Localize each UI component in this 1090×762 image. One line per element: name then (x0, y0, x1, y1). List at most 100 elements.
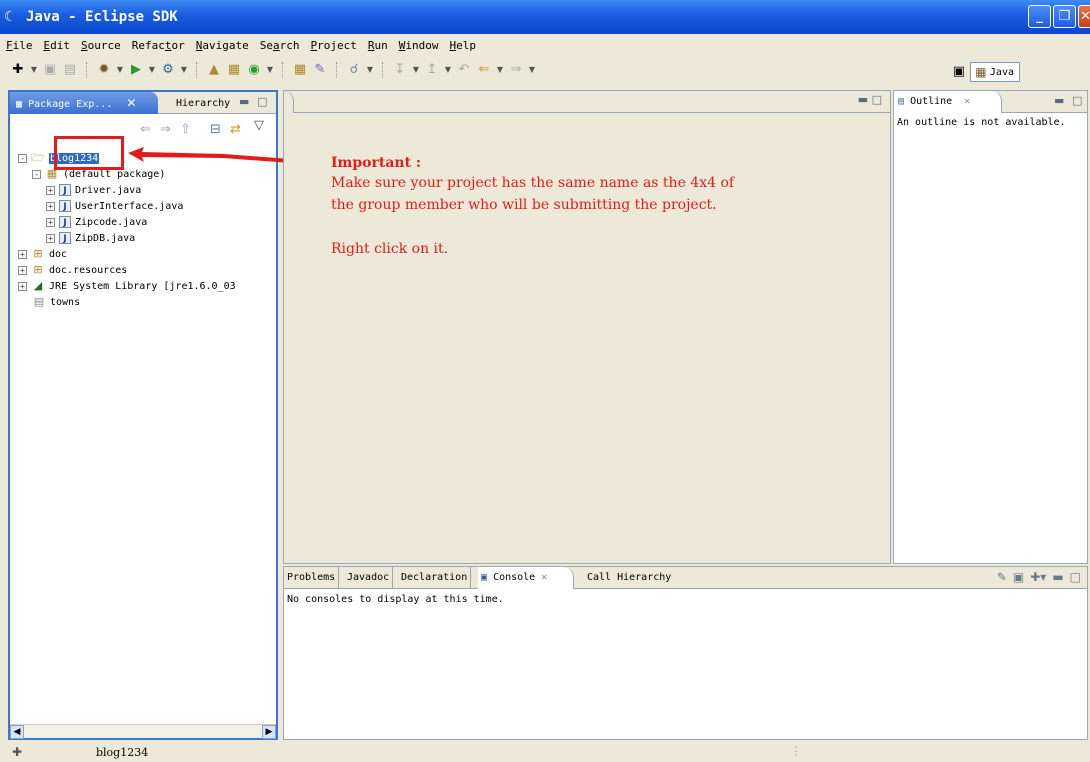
main-toolbar: ✚ ▼ ▣ ▤ ✹ ▼ ▶ ▼ ⚙ ▼ ▲ ▦ ◉ ▼ ▦ ✎ ☌ ▼ ↧ ▼ … (0, 56, 1090, 84)
open-task-icon[interactable]: ✎ (312, 62, 328, 78)
run-dropdown-icon[interactable]: ▼ (148, 62, 156, 78)
last-edit-location-icon[interactable]: ↶ (456, 62, 472, 78)
new-java-project-icon[interactable]: ▲ (206, 62, 222, 78)
close-icon[interactable]: ✕ (541, 572, 547, 583)
java-file-icon: J (59, 232, 71, 244)
minimize-view-icon[interactable]: ▬ (1052, 570, 1063, 584)
external-tools-dropdown-icon[interactable]: ▼ (180, 62, 188, 78)
tab-outline[interactable]: ▤ Outline ✕ (894, 91, 1002, 113)
collapse-toggle[interactable]: - (18, 153, 27, 163)
tab-console[interactable]: ▣ Console ✕ (478, 567, 574, 589)
menu-project[interactable]: Project (310, 39, 356, 52)
horizontal-scrollbar[interactable]: ◀ ▶ (10, 724, 276, 739)
tab-package-explorer[interactable]: ▦ Package Exp... ✕ (10, 92, 158, 114)
back-dropdown-icon[interactable]: ▼ (496, 62, 504, 78)
expand-toggle[interactable]: + (18, 249, 27, 259)
tree-item-label: Zipcode.java (75, 216, 148, 228)
save-icon[interactable]: ▣ (42, 62, 58, 78)
open-console-icon[interactable]: ✚▾ (1030, 570, 1046, 584)
maximize-view-icon[interactable]: □ (1072, 94, 1082, 107)
tab-hierarchy[interactable]: Hierarchy (170, 94, 236, 114)
print-icon[interactable]: ▤ (62, 62, 78, 78)
minimize-view-icon[interactable]: ▬ (239, 95, 249, 108)
tab-declaration[interactable]: Declaration (398, 567, 472, 589)
maximize-view-icon[interactable]: □ (1070, 570, 1081, 584)
tree-item-zipcode-java[interactable]: + J Zipcode.java (46, 214, 147, 230)
toolbar-separator (196, 62, 198, 78)
expand-toggle[interactable]: + (46, 217, 55, 227)
menu-source[interactable]: Source (81, 39, 121, 52)
new-icon[interactable]: ✚ (10, 62, 26, 78)
external-tools-icon[interactable]: ⚙ (160, 62, 176, 78)
maximize-view-icon[interactable]: □ (257, 95, 267, 108)
minimize-view-icon[interactable]: ▬ (1054, 94, 1064, 107)
maximize-button[interactable]: ❐ (1053, 5, 1076, 28)
menu-search[interactable]: Search (260, 39, 300, 52)
next-annotation-dropdown-icon[interactable]: ▼ (412, 62, 420, 78)
tree-item-doc[interactable]: + ⊞ doc (18, 246, 67, 262)
annotation-line-2: the group member who will be submitting … (331, 197, 717, 213)
expand-toggle[interactable]: + (46, 233, 55, 243)
forward-icon[interactable]: ⇒ (508, 62, 524, 78)
debug-dropdown-icon[interactable]: ▼ (116, 62, 124, 78)
back-icon[interactable]: ⇐ (140, 122, 151, 137)
java-file-icon: J (59, 184, 71, 196)
highlight-box (54, 136, 124, 170)
expand-toggle[interactable]: + (18, 265, 27, 275)
search-icon[interactable]: ☌ (346, 62, 362, 78)
tree-item-towns[interactable]: ▤ towns (32, 294, 80, 310)
tree-item-zipdb-java[interactable]: + J ZipDB.java (46, 230, 135, 246)
menu-file[interactable]: File (6, 39, 33, 52)
back-icon[interactable]: ⇐ (476, 62, 492, 78)
close-icon[interactable]: ✕ (964, 96, 970, 107)
link-with-editor-icon[interactable]: ⇄ (230, 122, 241, 137)
run-icon[interactable]: ▶ (128, 62, 144, 78)
previous-annotation-dropdown-icon[interactable]: ▼ (444, 62, 452, 78)
minimize-button[interactable]: _ (1028, 5, 1051, 28)
console-icon: ▣ (481, 572, 488, 583)
scroll-right-icon[interactable]: ▶ (262, 725, 276, 739)
toolbar-separator (86, 62, 88, 78)
close-icon[interactable]: ✕ (126, 96, 136, 110)
pin-console-icon[interactable]: ✎ (997, 570, 1007, 584)
tree-item-userinterface-java[interactable]: + J UserInterface.java (46, 198, 183, 214)
menu-edit[interactable]: Edit (44, 39, 71, 52)
editor-view-controls[interactable]: ▬ □ (858, 93, 882, 106)
collapse-toggle[interactable]: - (32, 169, 41, 179)
close-button[interactable]: ✕ (1078, 5, 1090, 28)
menu-run[interactable]: Run (368, 39, 388, 52)
menu-window[interactable]: Window (399, 39, 439, 52)
new-java-package-icon[interactable]: ▦ (226, 62, 242, 78)
debug-icon[interactable]: ✹ (96, 62, 112, 78)
up-icon[interactable]: ⇧ (180, 122, 191, 137)
open-type-icon[interactable]: ▦ (292, 62, 308, 78)
new-java-class-icon[interactable]: ◉ (246, 62, 262, 78)
menu-navigate[interactable]: Navigate (196, 39, 249, 52)
previous-annotation-icon[interactable]: ↥ (424, 62, 440, 78)
search-dropdown-icon[interactable]: ▼ (366, 62, 374, 78)
fast-view-icon[interactable]: ✚ (12, 745, 22, 759)
open-perspective-icon[interactable]: ▣ (950, 63, 968, 81)
display-console-icon[interactable]: ▣ (1013, 570, 1024, 584)
tab-javadoc[interactable]: Javadoc (344, 567, 394, 589)
expand-toggle[interactable]: + (18, 281, 27, 291)
view-menu-icon[interactable]: ▽ (254, 118, 264, 133)
expand-toggle[interactable]: + (46, 185, 55, 195)
annotation-line-1: Make sure your project has the same name… (331, 175, 735, 191)
java-perspective-button[interactable]: ▦ Java (969, 62, 1020, 82)
new-class-dropdown-icon[interactable]: ▼ (266, 62, 274, 78)
next-annotation-icon[interactable]: ↧ (392, 62, 408, 78)
scroll-left-icon[interactable]: ◀ (10, 725, 24, 739)
collapse-all-icon[interactable]: ⊟ (210, 122, 221, 137)
menu-refactor[interactable]: Refactor (132, 39, 185, 52)
tab-problems[interactable]: Problems (284, 567, 340, 589)
tree-item-jre-library[interactable]: + ◢ JRE System Library [jre1.6.0_03 (18, 278, 236, 294)
tree-item-doc-resources[interactable]: + ⊞ doc.resources (18, 262, 127, 278)
expand-toggle[interactable]: + (46, 201, 55, 211)
new-dropdown-icon[interactable]: ▼ (30, 62, 38, 78)
forward-dropdown-icon[interactable]: ▼ (528, 62, 536, 78)
forward-icon[interactable]: ⇒ (160, 122, 171, 137)
tab-call-hierarchy[interactable]: Call Hierarchy (584, 567, 674, 589)
menu-help[interactable]: Help (449, 39, 476, 52)
tree-item-driver-java[interactable]: + J Driver.java (46, 182, 141, 198)
